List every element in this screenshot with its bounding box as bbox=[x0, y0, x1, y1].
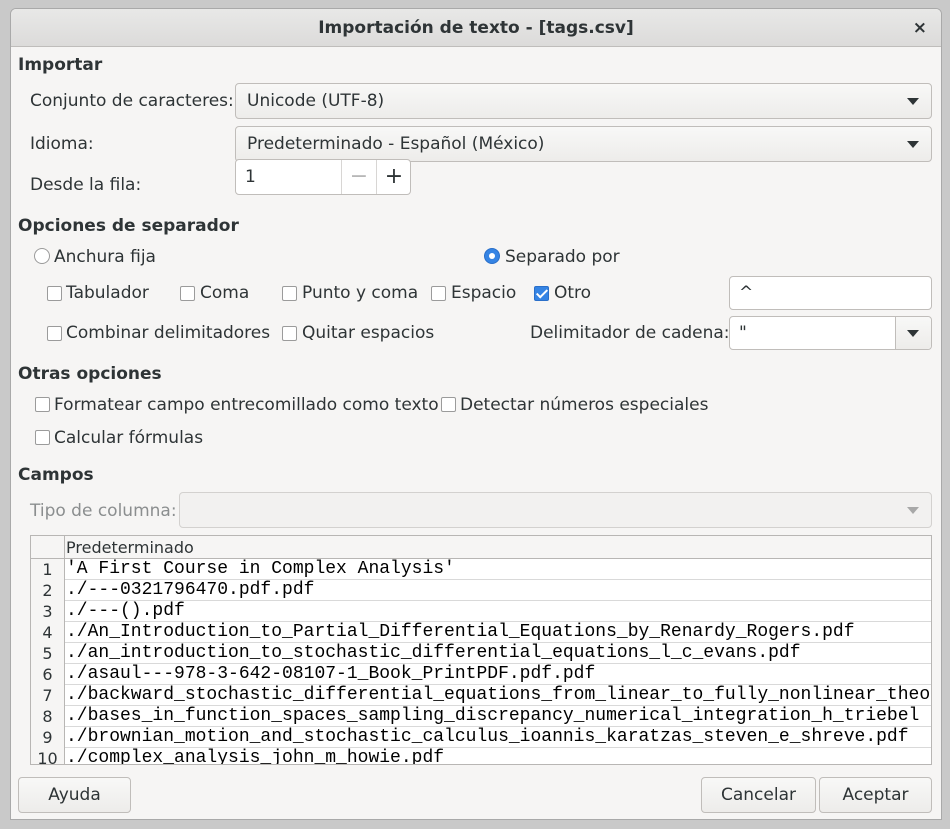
table-row[interactable]: 1 'A First Course in Complex Analysis' bbox=[31, 559, 931, 580]
chevron-down-icon bbox=[907, 141, 919, 148]
row-number[interactable]: 7 bbox=[31, 685, 65, 706]
from-row-spinner[interactable]: 1 − + bbox=[235, 159, 411, 195]
table-cell[interactable]: 'A First Course in Complex Analysis' bbox=[66, 559, 455, 580]
space-checkbox[interactable] bbox=[431, 286, 446, 301]
cancel-button[interactable]: Cancelar bbox=[701, 777, 816, 813]
table-cell[interactable]: ./---().pdf bbox=[66, 601, 185, 622]
other-checkbox[interactable] bbox=[534, 286, 549, 301]
string-delimiter-value[interactable]: " bbox=[739, 317, 747, 349]
language-select[interactable]: Predeterminado - Español (México) bbox=[235, 126, 932, 162]
row-number[interactable]: 6 bbox=[31, 664, 65, 685]
tab-label[interactable]: Tabulador bbox=[66, 283, 149, 303]
other-options-heading: Otras opciones bbox=[18, 364, 162, 384]
table-cell[interactable]: ./complex_analysis_john_m_howie.pdf bbox=[66, 748, 444, 764]
row-number[interactable]: 9 bbox=[31, 727, 65, 748]
table-row[interactable]: 3 ./---().pdf bbox=[31, 601, 931, 622]
comma-label[interactable]: Coma bbox=[200, 283, 249, 303]
table-row[interactable]: 10 ./complex_analysis_john_m_howie.pdf bbox=[31, 748, 931, 764]
table-cell[interactable]: ./bases_in_function_spaces_sampling_disc… bbox=[66, 706, 919, 727]
evaluate-formulas-label[interactable]: Calcular fórmulas bbox=[54, 428, 203, 448]
from-row-label: Desde la fila: bbox=[30, 175, 142, 195]
separated-by-label[interactable]: Separado por bbox=[505, 247, 620, 267]
table-row[interactable]: 8 ./bases_in_function_spaces_sampling_dis… bbox=[31, 706, 931, 727]
decrement-button[interactable]: − bbox=[341, 160, 376, 194]
separated-by-radio[interactable] bbox=[484, 248, 500, 264]
comma-checkbox[interactable] bbox=[180, 286, 195, 301]
table-row[interactable]: 9 ./brownian_motion_and_stochastic_calcul… bbox=[31, 727, 931, 748]
row-number[interactable]: 8 bbox=[31, 706, 65, 727]
charset-label: Conjunto de caracteres: bbox=[30, 91, 234, 111]
language-value: Predeterminado - Español (México) bbox=[247, 134, 545, 154]
fixed-width-radio[interactable] bbox=[34, 248, 50, 264]
table-cell[interactable]: ./---0321796470.pdf.pdf bbox=[66, 580, 314, 601]
grid-corner[interactable] bbox=[31, 536, 65, 559]
help-button[interactable]: Ayuda bbox=[18, 777, 131, 813]
string-delimiter-dropdown-button[interactable] bbox=[895, 317, 931, 349]
table-row[interactable]: 6 ./asaul---978-3-642-08107-1_Book_PrintP… bbox=[31, 664, 931, 685]
tab-checkbox[interactable] bbox=[47, 286, 62, 301]
table-row[interactable]: 7 ./backward_stochastic_differential_equa… bbox=[31, 685, 931, 706]
merge-delimiters-checkbox[interactable] bbox=[47, 326, 62, 341]
dialog-title: Importación de texto - [tags.csv] bbox=[318, 18, 634, 38]
row-number[interactable]: 3 bbox=[31, 601, 65, 622]
detect-special-numbers-checkbox[interactable] bbox=[441, 397, 456, 412]
accept-button[interactable]: Aceptar bbox=[819, 777, 932, 813]
table-cell[interactable]: ./an_introduction_to_stochastic_differen… bbox=[66, 643, 801, 664]
chevron-down-icon bbox=[907, 507, 919, 514]
other-separator-input[interactable]: ^ bbox=[729, 276, 932, 310]
separator-heading: Opciones de separador bbox=[18, 216, 239, 236]
table-cell[interactable]: ./asaul---978-3-642-08107-1_Book_PrintPD… bbox=[66, 664, 595, 685]
charset-value: Unicode (UTF-8) bbox=[247, 91, 385, 111]
row-number[interactable]: 2 bbox=[31, 580, 65, 601]
trim-spaces-label[interactable]: Quitar espacios bbox=[302, 323, 434, 343]
import-heading: Importar bbox=[18, 55, 103, 75]
column-type-label: Tipo de columna: bbox=[30, 501, 177, 521]
row-number[interactable]: 4 bbox=[31, 622, 65, 643]
fixed-width-label[interactable]: Anchura fija bbox=[54, 247, 156, 267]
space-label[interactable]: Espacio bbox=[451, 283, 516, 303]
title-bar: Importación de texto - [tags.csv] × bbox=[11, 9, 941, 47]
language-label: Idioma: bbox=[30, 134, 94, 154]
preview-grid[interactable]: Predeterminado 1 'A First Course in Compl… bbox=[30, 535, 932, 765]
semicolon-checkbox[interactable] bbox=[282, 286, 297, 301]
increment-button[interactable]: + bbox=[376, 160, 411, 194]
string-delimiter-combo[interactable]: " bbox=[729, 316, 932, 350]
quoted-as-text-label[interactable]: Formatear campo entrecomillado como text… bbox=[54, 395, 439, 415]
detect-special-numbers-label[interactable]: Detectar números especiales bbox=[460, 395, 708, 415]
string-delimiter-label: Delimitador de cadena: bbox=[530, 323, 730, 343]
evaluate-formulas-checkbox[interactable] bbox=[35, 430, 50, 445]
column-header[interactable]: Predeterminado bbox=[66, 536, 194, 559]
fields-heading: Campos bbox=[18, 465, 94, 485]
table-cell[interactable]: ./backward_stochastic_differential_equat… bbox=[66, 685, 931, 706]
table-row[interactable]: 5 ./an_introduction_to_stochastic_differe… bbox=[31, 643, 931, 664]
table-cell[interactable]: ./brownian_motion_and_stochastic_calculu… bbox=[66, 727, 909, 748]
charset-select[interactable]: Unicode (UTF-8) bbox=[235, 83, 932, 119]
table-cell[interactable]: ./An_Introduction_to_Partial_Differentia… bbox=[66, 622, 855, 643]
row-number[interactable]: 10 bbox=[31, 748, 65, 764]
chevron-down-icon bbox=[907, 330, 919, 337]
trim-spaces-checkbox[interactable] bbox=[282, 326, 297, 341]
row-number[interactable]: 5 bbox=[31, 643, 65, 664]
quoted-as-text-checkbox[interactable] bbox=[35, 397, 50, 412]
from-row-value[interactable]: 1 bbox=[245, 160, 256, 194]
merge-delimiters-label[interactable]: Combinar delimitadores bbox=[66, 323, 270, 343]
semicolon-label[interactable]: Punto y coma bbox=[302, 283, 418, 303]
table-row[interactable]: 2 ./---0321796470.pdf.pdf bbox=[31, 580, 931, 601]
column-type-select bbox=[179, 492, 932, 528]
grid-header: Predeterminado bbox=[31, 536, 931, 559]
table-row[interactable]: 4 ./An_Introduction_to_Partial_Differenti… bbox=[31, 622, 931, 643]
chevron-down-icon bbox=[907, 98, 919, 105]
close-icon[interactable]: × bbox=[913, 9, 927, 47]
row-number[interactable]: 1 bbox=[31, 559, 65, 580]
other-label[interactable]: Otro bbox=[554, 283, 591, 303]
